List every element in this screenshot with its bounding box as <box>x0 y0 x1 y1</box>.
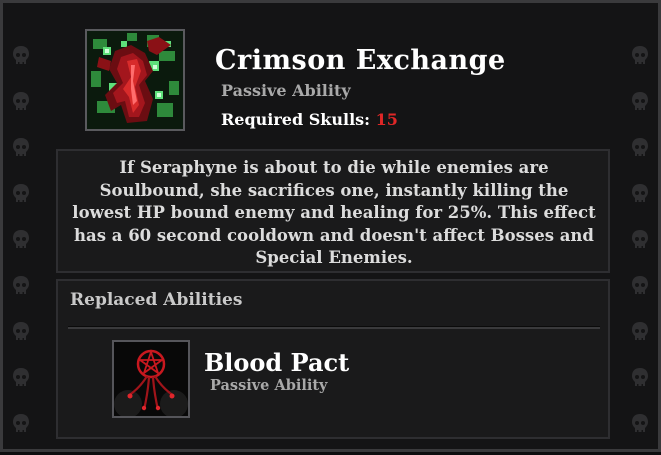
ability-title: Crimson Exchange <box>215 45 506 76</box>
skull-icon <box>12 183 30 205</box>
required-skulls-label: Required Skulls: <box>221 110 376 129</box>
skull-icon <box>631 275 649 297</box>
skull-icon <box>631 367 649 389</box>
left-skull-border <box>6 3 36 455</box>
replaced-abilities-panel: Replaced Abilities Blood Pact Passive Ab… <box>56 279 610 439</box>
skull-icon <box>631 137 649 159</box>
skull-icon <box>12 91 30 113</box>
replaced-ability-type: Passive Ability <box>210 377 328 394</box>
skull-icon <box>12 229 30 251</box>
skull-icon <box>631 183 649 205</box>
skull-icon <box>12 367 30 389</box>
skull-icon <box>631 321 649 343</box>
description-panel: If Seraphyne is about to die while enemi… <box>56 149 610 273</box>
skull-icon <box>631 229 649 251</box>
skull-icon <box>12 321 30 343</box>
skull-icon <box>631 45 649 67</box>
skull-icon <box>12 45 30 67</box>
replaced-abilities-heading: Replaced Abilities <box>70 290 243 310</box>
ability-type: Passive Ability <box>221 81 351 100</box>
skull-icon <box>631 91 649 113</box>
skull-icon <box>12 275 30 297</box>
crimson-exchange-icon <box>85 29 185 131</box>
skull-icon <box>12 413 30 435</box>
skull-icon <box>12 137 30 159</box>
divider <box>68 326 600 329</box>
ability-header: Crimson Exchange Passive Ability Require… <box>33 17 633 141</box>
required-skulls-value: 15 <box>375 110 398 129</box>
required-skulls: Required Skulls: 15 <box>221 110 398 129</box>
skull-icon <box>631 413 649 435</box>
replaced-ability-name: Blood Pact <box>204 348 350 377</box>
tooltip-frame: Crimson Exchange Passive Ability Require… <box>0 0 661 452</box>
ability-description: If Seraphyne is about to die while enemi… <box>72 158 596 267</box>
pentagram-chain-icon <box>112 340 190 418</box>
